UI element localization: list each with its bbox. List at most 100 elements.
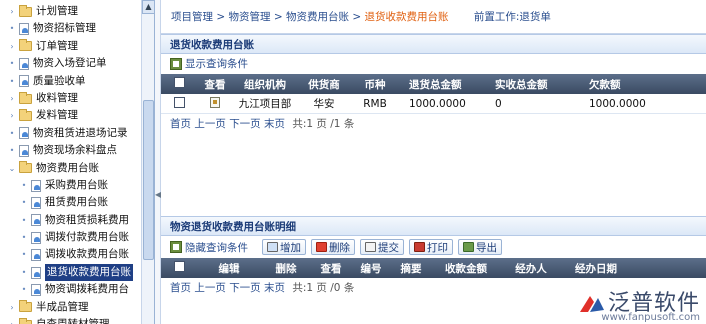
col-header: 组织机构 — [244, 78, 286, 91]
cell-return-total: 1000.0000 — [409, 97, 466, 110]
sidebar-item-label[interactable]: 物资租赁进退场记录 — [33, 125, 128, 142]
pager-total: 共:1 页 /0 条 — [292, 282, 355, 294]
sidebar-item[interactable]: • 物资租赁进退场记录 — [0, 125, 140, 142]
delete-button[interactable]: 删除 — [311, 239, 355, 255]
col-header: 删除 — [275, 262, 297, 275]
col-header: 经办人 — [515, 262, 547, 275]
select-all-checkbox[interactable] — [161, 261, 197, 275]
sidebar-item[interactable]: › 收料管理 — [0, 90, 140, 107]
sidebar-item[interactable]: › 计划管理 — [0, 3, 140, 20]
col-header: 收款金额 — [445, 262, 487, 275]
pager-first[interactable]: 首页 — [170, 118, 191, 130]
col-header: 欠款额 — [589, 78, 621, 91]
sidebar-item[interactable]: • 物资调拨耗费用台 — [0, 281, 140, 298]
add-icon — [267, 242, 278, 252]
show-query-toggle[interactable]: 显示查询条件 — [161, 54, 706, 74]
document-icon — [31, 266, 41, 279]
sidebar-item-label[interactable]: 收料管理 — [36, 90, 78, 107]
sidebar-item[interactable]: • 租赁费用台账 — [0, 194, 140, 211]
top-pager: 首页 上一页 下一页 末页 共:1 页 /1 条 — [161, 114, 706, 134]
sidebar-item[interactable]: • 采购费用台账 — [0, 177, 140, 194]
add-button[interactable]: 增加 — [262, 239, 306, 255]
submit-icon — [365, 242, 376, 252]
sidebar-item[interactable]: › 自查周转材管理 — [0, 316, 140, 324]
breadcrumb-item[interactable]: 物资费用台账 — [286, 11, 349, 23]
sidebar-item[interactable]: • 物资入场登记单 — [0, 55, 140, 72]
sidebar-item[interactable]: › 订单管理 — [0, 38, 140, 55]
sidebar-item-label[interactable]: 租赁费用台账 — [45, 194, 108, 211]
top-panel-title: 退货收款费用台账 — [161, 34, 706, 54]
sidebar-item[interactable]: • 物资招标管理 — [0, 20, 140, 37]
sidebar-item-label[interactable]: 调拨付款费用台账 — [45, 229, 129, 246]
col-header: 查看 — [320, 262, 342, 275]
sidebar-item-label[interactable]: 发料管理 — [36, 107, 78, 124]
sidebar-item-label[interactable]: 质量验收单 — [33, 73, 86, 90]
sidebar-item-label[interactable]: 订单管理 — [36, 38, 78, 55]
hide-query-label[interactable]: 隐藏查询条件 — [185, 240, 248, 255]
cell-currency: RMB — [363, 97, 387, 110]
sidebar-item-label[interactable]: 物资入场登记单 — [33, 55, 107, 72]
sidebar-item-label[interactable]: 物资招标管理 — [33, 20, 96, 37]
bullet-icon: • — [21, 215, 27, 225]
view-icon[interactable] — [197, 96, 233, 111]
sidebar-item[interactable]: • 调拨收款费用台账 — [0, 246, 140, 263]
sidebar-item[interactable]: • 退货收款费用台账 — [0, 263, 140, 282]
sidebar-item-label[interactable]: 采购费用台账 — [45, 177, 108, 194]
chevron-down-icon[interactable]: ⌄ — [8, 160, 16, 177]
pre-work-link[interactable]: 前置工作:退货单 — [474, 11, 551, 23]
chevron-right-icon[interactable]: › — [8, 3, 16, 20]
watermark-url: www.fanpusoft.com — [601, 312, 700, 323]
chevron-right-icon[interactable]: › — [8, 107, 16, 124]
bottom-grid-header: 编辑 删除 查看 编号 摘要 收款金额 经办人 经办日期 — [161, 258, 706, 278]
sidebar-item[interactable]: › 半成品管理 — [0, 299, 140, 316]
submit-button[interactable]: 提交 — [360, 239, 404, 255]
sidebar-item-label[interactable]: 退货收款费用台账 — [45, 263, 133, 282]
row-checkbox[interactable] — [161, 96, 197, 111]
chevron-right-icon[interactable]: › — [8, 299, 16, 316]
bullet-icon: • — [21, 180, 27, 190]
sidebar-item-label[interactable]: 物资租赁损耗费用 — [45, 212, 129, 229]
sidebar-item-label[interactable]: 物资费用台账 — [36, 160, 99, 177]
chevron-right-icon[interactable]: › — [8, 38, 16, 55]
print-button[interactable]: 打印 — [409, 239, 453, 255]
bullet-icon: • — [9, 59, 15, 69]
sidebar-item[interactable]: ⌄ 物资费用台账 — [0, 160, 140, 177]
scroll-thumb[interactable] — [143, 100, 154, 260]
pager-total: 共:1 页 /1 条 — [292, 118, 355, 130]
pager-next[interactable]: 下一页 — [229, 282, 261, 294]
select-all-checkbox[interactable] — [161, 77, 197, 91]
pager-first[interactable]: 首页 — [170, 282, 191, 294]
sidebar-scrollbar[interactable]: ▲ — [141, 0, 154, 324]
sidebar-item-label[interactable]: 计划管理 — [36, 3, 78, 20]
col-header: 币种 — [364, 78, 386, 91]
document-icon — [31, 283, 41, 296]
chevron-right-icon[interactable]: › — [8, 316, 16, 324]
show-query-label[interactable]: 显示查询条件 — [185, 54, 248, 74]
pager-prev[interactable]: 上一页 — [194, 282, 226, 294]
pager-last[interactable]: 末页 — [264, 282, 285, 294]
document-icon — [31, 214, 41, 227]
chevron-right-icon[interactable]: › — [8, 90, 16, 107]
bullet-icon: • — [21, 198, 27, 208]
col-header: 编号 — [360, 262, 382, 275]
sidebar-item[interactable]: • 物资现场余料盘点 — [0, 142, 140, 159]
sidebar-item[interactable]: • 物资租赁损耗费用 — [0, 212, 140, 229]
sidebar-item-label[interactable]: 半成品管理 — [36, 299, 89, 316]
sidebar-item-label[interactable]: 物资现场余料盘点 — [33, 142, 117, 159]
breadcrumb-separator: > — [273, 11, 283, 23]
sidebar-item[interactable]: › 发料管理 — [0, 107, 140, 124]
sidebar-item-label[interactable]: 自查周转材管理 — [36, 316, 110, 324]
breadcrumb-item[interactable]: 物资管理 — [229, 11, 271, 23]
pager-next[interactable]: 下一页 — [229, 118, 261, 130]
pager-last[interactable]: 末页 — [264, 118, 285, 130]
table-row[interactable]: 九江项目部 华安 RMB 1000.0000 0 1000.0000 — [161, 94, 706, 114]
pager-prev[interactable]: 上一页 — [194, 118, 226, 130]
sidebar-item[interactable]: • 质量验收单 — [0, 73, 140, 90]
export-button[interactable]: 导出 — [458, 239, 502, 255]
breadcrumb-item[interactable]: 项目管理 — [171, 11, 213, 23]
scroll-up-icon[interactable]: ▲ — [142, 0, 154, 14]
sidebar-item-label[interactable]: 调拨收款费用台账 — [45, 246, 129, 263]
sidebar-item-label[interactable]: 物资调拨耗费用台 — [45, 281, 129, 298]
sidebar-item[interactable]: • 调拨付款费用台账 — [0, 229, 140, 246]
bottom-toolbar: 隐藏查询条件 增加 删除 提交 打印 导出 — [161, 236, 706, 258]
